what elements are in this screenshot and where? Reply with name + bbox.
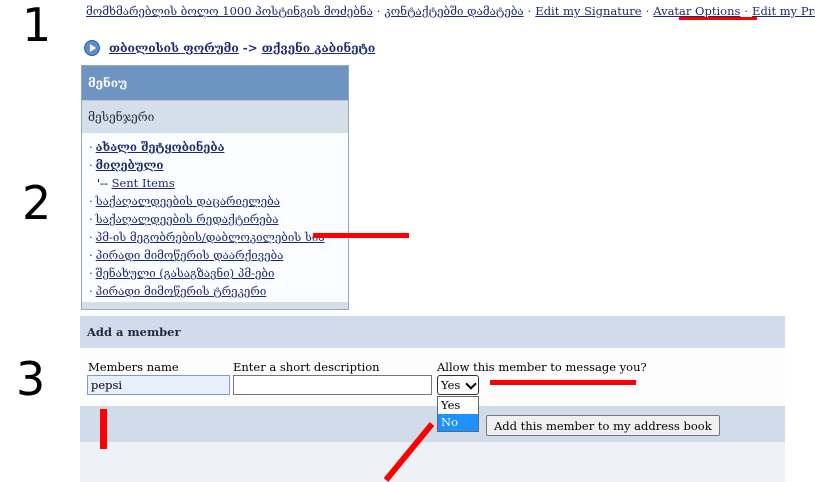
option-no[interactable]: No [438, 414, 478, 431]
link-separator: · [376, 4, 381, 18]
description-input[interactable] [233, 375, 432, 395]
menu-item-contacts-blocked: · პმ-ის მეგობრების/დაბლოკილების სია [89, 228, 348, 246]
bullet: · [89, 194, 93, 208]
annotation-mark-name [100, 409, 107, 449]
menu-item-edit-folders: · საქაღალდეების რედაქტირება [89, 210, 348, 228]
empty-folders-link[interactable]: საქაღალდეების დაცარიელება [96, 194, 280, 208]
menu-item-saved: · შენახული (გასაგზავნი) პმ-ები [89, 264, 348, 282]
annotation-diagonal-stroke [383, 422, 435, 482]
menu-item-tracker: · პირადი მიმოწერის ტრეკერი [89, 282, 348, 300]
inbox-link[interactable]: მიღებული [96, 158, 164, 172]
allow-message-options: Yes No [437, 396, 479, 432]
bullet: · [89, 158, 93, 172]
members-name-input[interactable] [87, 375, 230, 395]
add-member-title: Add a member [80, 316, 785, 348]
annotation-underline-edit-profile [679, 17, 757, 20]
menu-item-sent: '-- Sent Items [89, 174, 348, 192]
contacts-blocked-link[interactable]: პმ-ის მეგობრების/დაბლოკილების სია [96, 230, 325, 244]
menu-item-inbox: · მიღებული [89, 156, 348, 174]
bullet: · [89, 212, 93, 226]
edit-signature-link[interactable]: Edit my Signature [535, 4, 641, 18]
step-number-2: 2 [22, 176, 52, 230]
breadcrumb-arrow: -> [242, 41, 258, 55]
find-last-posts-link[interactable]: მომხმარებლის ბოლო 1000 პოსტინგის მოძებნა [86, 4, 373, 18]
description-label: Enter a short description [233, 360, 380, 374]
message-tracker-link[interactable]: პირადი მიმოწერის ტრეკერი [96, 284, 267, 298]
sub-prefix: '-- [97, 176, 108, 190]
profile-links: მომხმარებლის ბოლო 1000 პოსტინგის მოძებნა… [86, 4, 815, 18]
breadcrumb: თბილისის ფორუმი -> თქვენი კაბინეტი [84, 40, 375, 56]
add-to-contacts-link[interactable]: კონტაქტებში დამატება [384, 4, 523, 18]
menu-footer-bar [82, 302, 348, 309]
bullet: · [89, 284, 93, 298]
new-message-link[interactable]: ახალი შეტყობინება [96, 140, 225, 154]
members-name-label: Members name [88, 360, 179, 374]
add-member-form-row: Members name Enter a short description A… [80, 348, 785, 406]
saved-messages-link[interactable]: შენახული (გასაგზავნი) პმ-ები [96, 266, 275, 280]
link-separator: · [645, 4, 650, 18]
menu-item-empty-folders: · საქაღალდეების დაცარიელება [89, 192, 348, 210]
allow-message-select[interactable]: Yes [437, 375, 479, 395]
menu-header: მენიუ [82, 66, 348, 100]
link-separator: · [527, 4, 532, 18]
annotation-line-select [490, 380, 636, 385]
sent-items-link[interactable]: Sent Items [112, 176, 175, 190]
menu-item-new-message: · ახალი შეტყობინება [89, 138, 348, 156]
link-separator: · [744, 4, 749, 18]
bullet: · [89, 140, 93, 154]
play-arrow-icon [84, 40, 100, 56]
step-number-1: 1 [22, 0, 52, 52]
step-number-3: 3 [16, 352, 46, 406]
select-current-value: Yes [441, 378, 461, 392]
allow-message-label: Allow this member to message you? [437, 360, 647, 374]
annotation-diagonal-line [383, 422, 435, 482]
bullet: · [89, 248, 93, 262]
edit-profile-link[interactable]: Edit my Profile [752, 4, 815, 18]
messenger-menu: მენიუ მესენჯერი · ახალი შეტყობინება · მიღე… [81, 65, 349, 310]
archive-link[interactable]: პირადი მიმოწერის დაარქივება [96, 248, 284, 262]
bullet: · [89, 266, 93, 280]
menu-list: · ახალი შეტყობინება · მიღებული '-- Sent It… [82, 133, 348, 300]
edit-folders-link[interactable]: საქაღალდეების რედაქტირება [96, 212, 279, 226]
bullet: · [89, 230, 93, 244]
menu-item-archive: · პირადი მიმოწერის დაარქივება [89, 246, 348, 264]
option-yes[interactable]: Yes [438, 397, 478, 414]
breadcrumb-forum-link[interactable]: თბილისის ფორუმი [109, 41, 239, 55]
annotation-line-contacts [313, 233, 409, 238]
menu-section-title: მესენჯერი [82, 100, 348, 133]
breadcrumb-cabinet-link[interactable]: თქვენი კაბინეტი [262, 41, 376, 55]
avatar-options-link[interactable]: Avatar Options [653, 4, 740, 18]
add-to-address-book-button[interactable]: Add this member to my address book [486, 415, 720, 436]
chevron-down-icon [465, 377, 477, 390]
